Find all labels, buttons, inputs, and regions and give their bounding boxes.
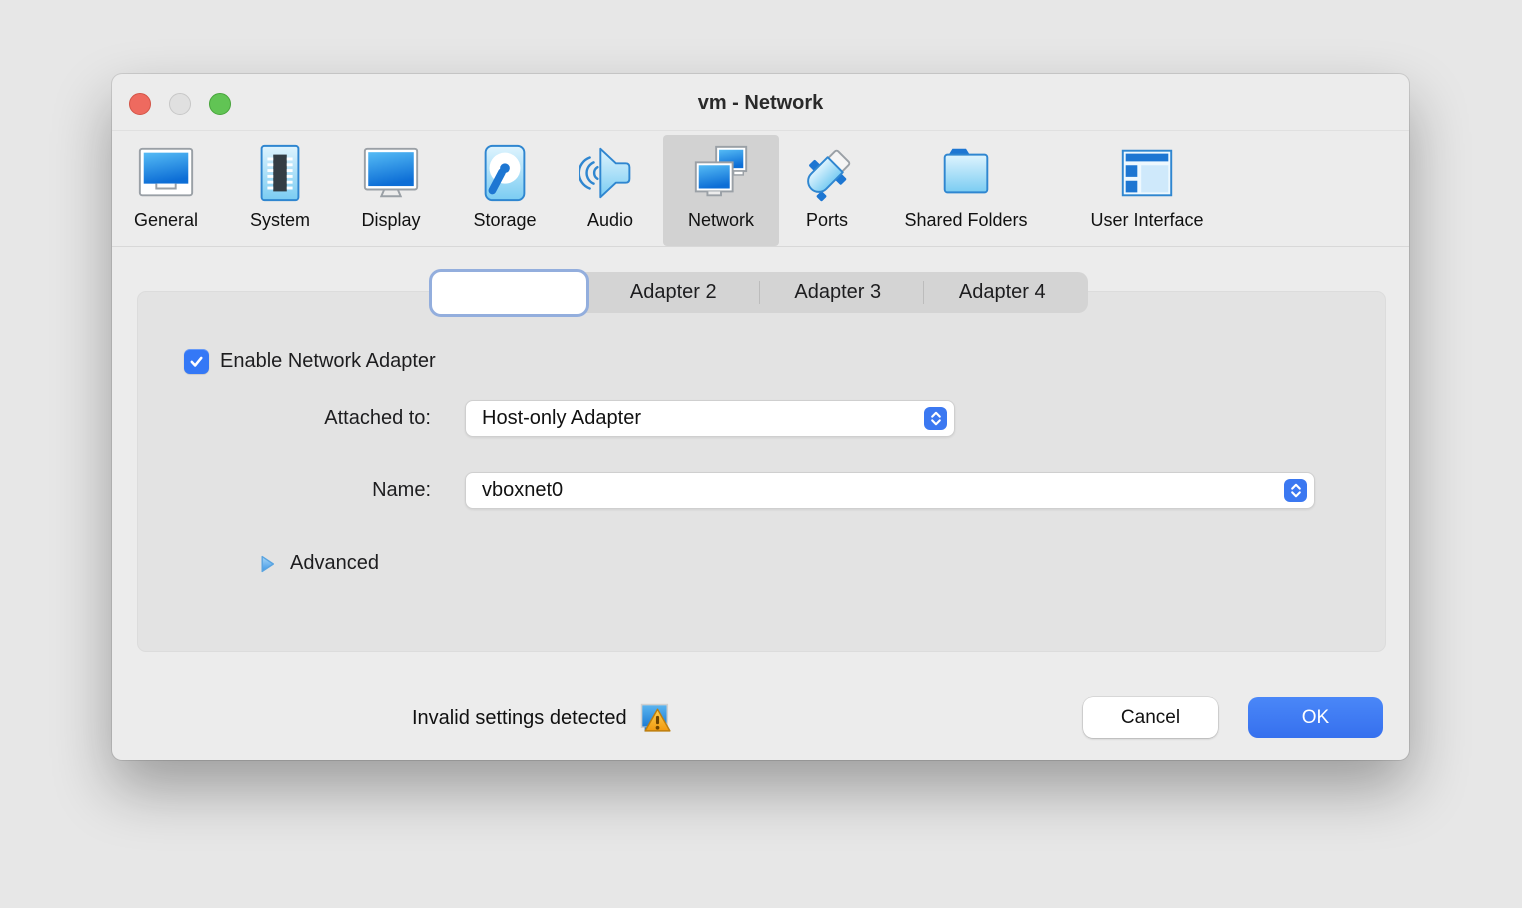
- toolbar-label: Network: [688, 210, 754, 231]
- display-icon: [360, 142, 422, 204]
- toolbar-item-network[interactable]: Network: [663, 135, 779, 246]
- toolbar-label: Shared Folders: [904, 210, 1027, 231]
- toolbar-item-audio[interactable]: Audio: [566, 135, 654, 246]
- toolbar-label: User Interface: [1090, 210, 1203, 231]
- toolbar-label: Audio: [587, 210, 633, 231]
- toolbar-label: Display: [361, 210, 420, 231]
- toolbar-label: System: [250, 210, 310, 231]
- storage-icon: [474, 142, 536, 204]
- network-adapter-panel: Enable Network Adapter Attached to: Host…: [137, 291, 1386, 652]
- status-text: Invalid settings detected: [412, 707, 627, 730]
- tab-adapter-3[interactable]: Adapter 3: [756, 272, 921, 313]
- enable-network-adapter-row: Enable Network Adapter: [184, 349, 436, 374]
- window-title: vm - Network: [112, 74, 1409, 130]
- tab-adapter-2[interactable]: Adapter 2: [591, 272, 756, 313]
- tab-separator: [759, 281, 760, 304]
- dropdown-stepper-icon[interactable]: [1284, 479, 1307, 502]
- tab-separator: [923, 281, 924, 304]
- name-dropdown[interactable]: vboxnet0: [465, 472, 1315, 509]
- toolbar-item-storage[interactable]: Storage: [460, 135, 550, 246]
- title-bar[interactable]: vm - Network: [112, 74, 1409, 131]
- enable-network-adapter-checkbox[interactable]: [184, 349, 209, 374]
- shared-folders-icon: [935, 142, 997, 204]
- attached-to-dropdown[interactable]: Host-only Adapter: [465, 400, 955, 437]
- toolbar-item-user-interface[interactable]: User Interface: [1082, 135, 1212, 246]
- attached-to-label: Attached to:: [138, 407, 431, 430]
- tab-adapter-4[interactable]: Adapter 4: [920, 272, 1085, 313]
- toolbar-label: Storage: [473, 210, 536, 231]
- ok-button-label: OK: [1302, 707, 1329, 729]
- toolbar-item-system[interactable]: System: [235, 135, 325, 246]
- name-value: vboxnet0: [482, 479, 563, 502]
- toolbar-label: General: [134, 210, 198, 231]
- checkmark-icon: [187, 352, 206, 371]
- advanced-label: Advanced: [290, 552, 379, 575]
- network-icon: [690, 142, 752, 204]
- user-interface-icon: [1116, 142, 1178, 204]
- settings-toolbar: General System: [112, 131, 1409, 247]
- toolbar-label: Ports: [806, 210, 848, 231]
- enable-network-adapter-label: Enable Network Adapter: [220, 350, 436, 373]
- tab-adapter-1[interactable]: [429, 269, 589, 317]
- system-icon: [249, 142, 311, 204]
- settings-dialog: vm - Network General: [112, 74, 1409, 760]
- warning-icon: [640, 703, 674, 734]
- adapter-tabs: Adapter 2 Adapter 3 Adapter 4: [430, 272, 1088, 313]
- status-row: Invalid settings detected: [412, 698, 674, 738]
- cancel-button-label: Cancel: [1121, 707, 1180, 729]
- advanced-disclosure[interactable]: Advanced: [259, 552, 379, 575]
- toolbar-item-shared-folders[interactable]: Shared Folders: [896, 135, 1036, 246]
- name-label: Name:: [138, 479, 431, 502]
- general-icon: [135, 142, 197, 204]
- cancel-button[interactable]: Cancel: [1083, 697, 1218, 738]
- audio-icon: [579, 142, 641, 204]
- disclosure-triangle-icon: [259, 554, 276, 574]
- toolbar-item-display[interactable]: Display: [346, 135, 436, 246]
- toolbar-item-general[interactable]: General: [120, 135, 212, 246]
- dropdown-stepper-icon[interactable]: [924, 407, 947, 430]
- ports-icon: [796, 142, 858, 204]
- attached-to-value: Host-only Adapter: [482, 407, 641, 430]
- ok-button[interactable]: OK: [1248, 697, 1383, 738]
- toolbar-item-ports[interactable]: Ports: [782, 135, 872, 246]
